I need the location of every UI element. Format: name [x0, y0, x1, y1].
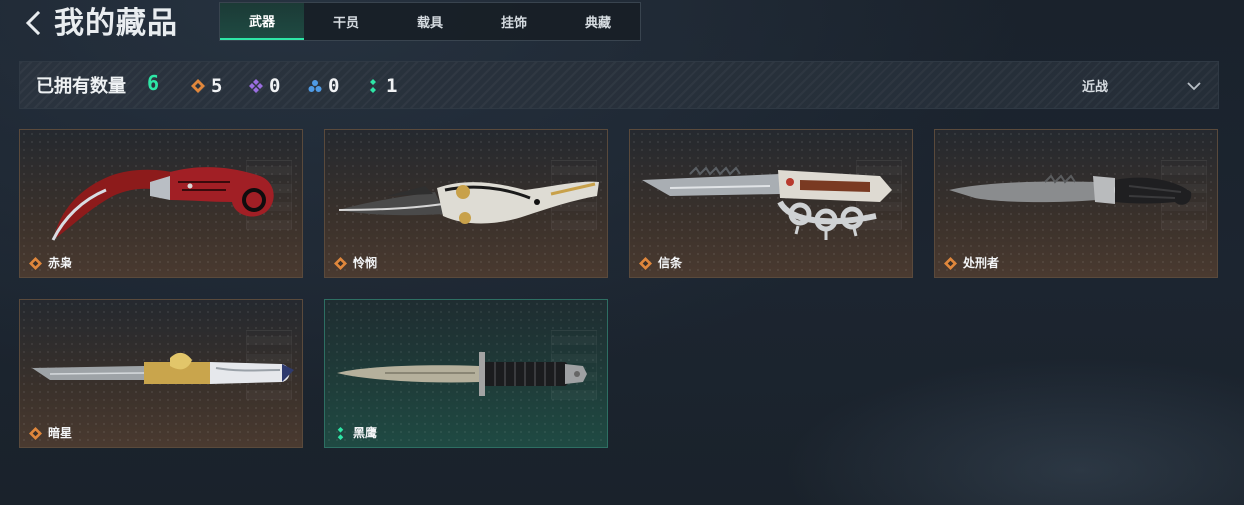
stat-orange-count: 5: [211, 75, 223, 97]
rarity-orange-icon: [944, 257, 957, 270]
tab-weapons[interactable]: 武器: [220, 3, 304, 40]
weapon-card-xintiao[interactable]: 信条: [629, 129, 913, 278]
tab-charms[interactable]: 挂饰: [472, 3, 556, 40]
page-title: 我的藏品: [54, 6, 178, 41]
purple-diamond-icon: [249, 79, 263, 93]
weapon-card-heiying[interactable]: 黑鹰: [324, 299, 608, 448]
stat-green-count: 1: [386, 75, 398, 97]
weapon-card-anxing[interactable]: 暗星: [19, 299, 303, 448]
orange-diamond-icon: [191, 79, 205, 93]
blue-triangle-icon: [308, 80, 322, 92]
stat-orange: 5: [191, 74, 222, 98]
rarity-orange-icon: [29, 257, 42, 270]
rarity-green-icon: [337, 427, 344, 440]
rarity-orange-icon: [639, 257, 652, 270]
weapon-name: 信条: [658, 256, 683, 270]
stat-purple-count: 0: [269, 75, 281, 97]
green-dots-icon: [370, 79, 376, 93]
stat-purple: 0: [249, 74, 280, 98]
weapon-card-chixiao[interactable]: 赤枭: [19, 129, 303, 278]
summary-bar: 已拥有数量 6 5 0 0 1 近战: [19, 61, 1219, 109]
stat-blue: 0: [308, 74, 339, 98]
tab-operators[interactable]: 干员: [304, 3, 388, 40]
weapon-name: 暗星: [48, 426, 73, 440]
stat-blue-count: 0: [328, 75, 340, 97]
tab-vehicles[interactable]: 载具: [388, 3, 472, 40]
chevron-down-icon[interactable]: [1185, 77, 1203, 95]
weapon-name: 怜悯: [353, 256, 378, 270]
weapon-name: 赤枭: [48, 256, 73, 270]
category-filter-label[interactable]: 近战: [1082, 76, 1108, 95]
rarity-orange-icon: [29, 427, 42, 440]
back-arrow-icon[interactable]: [20, 6, 48, 40]
weapon-name: 黑鹰: [353, 426, 378, 440]
rarity-orange-icon: [334, 257, 347, 270]
weapon-card-lianmin[interactable]: 怜悯: [324, 129, 608, 278]
stat-green: 1: [366, 74, 397, 98]
owned-count: 6: [147, 71, 160, 95]
tab-collection[interactable]: 典藏: [556, 3, 640, 40]
category-tabs: 武器 干员 载具 挂饰 典藏: [219, 2, 641, 41]
weapon-name: 处刑者: [963, 256, 1000, 270]
owned-label: 已拥有数量: [36, 76, 126, 97]
weapon-card-chuxingzhe[interactable]: 处刑者: [934, 129, 1218, 278]
